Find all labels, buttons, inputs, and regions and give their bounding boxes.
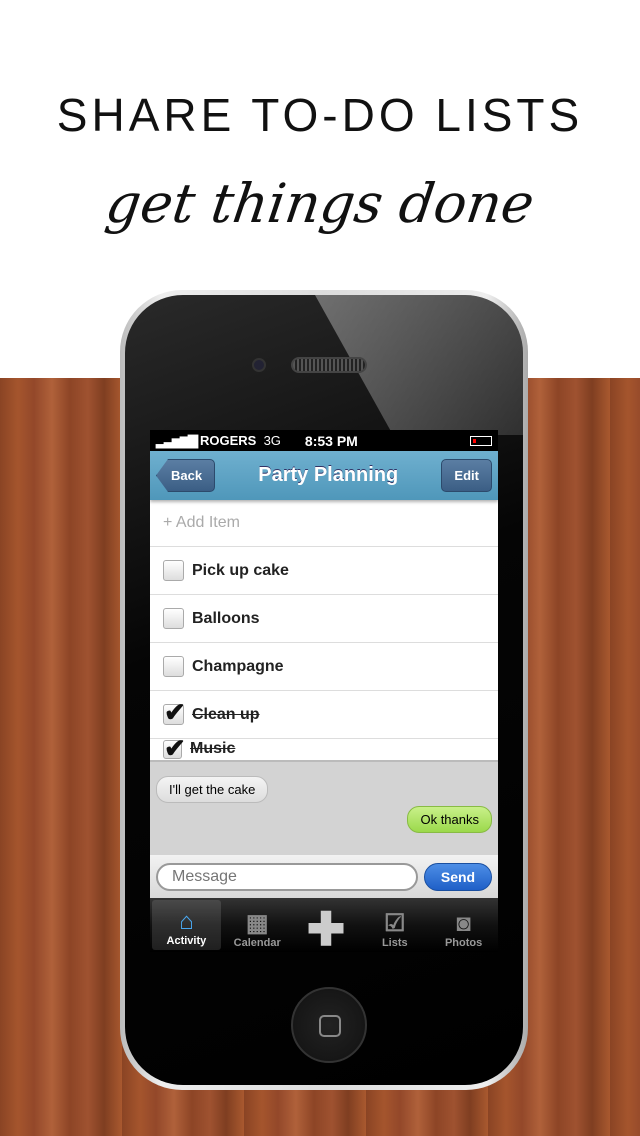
tab-label: Lists	[381, 937, 408, 949]
status-bar: ▂▃▅▆▇ ROGERS 3G 8:53 PM	[150, 430, 498, 451]
clock: 8:53 PM	[304, 432, 358, 449]
item-label: Balloons	[192, 609, 260, 627]
tab-add[interactable]: ✚	[292, 898, 361, 952]
list-item[interactable]: Pick up cake	[150, 547, 498, 595]
speaker-grille	[291, 357, 367, 373]
checkbox-icon: ☑	[384, 910, 406, 937]
camera-icon: ◙	[456, 910, 471, 937]
chat-area: I'll get the cake Ok thanks	[150, 760, 498, 855]
camera-icon	[252, 358, 266, 372]
item-label: Champagne	[192, 657, 284, 675]
home-button[interactable]	[291, 987, 367, 1063]
list-item[interactable]: Music	[150, 733, 498, 760]
list-item[interactable]: Balloons	[150, 595, 498, 643]
promo-tagline: get things done	[101, 172, 539, 235]
message-input[interactable]	[156, 862, 418, 891]
tab-bar: ⌂ Activity ▦ Calendar ✚ ☑ Lists ◙ Photos	[150, 898, 498, 952]
message-bubble-received: I'll get the cake	[156, 776, 269, 803]
checkbox-checked[interactable]	[163, 697, 186, 728]
battery-icon	[470, 435, 492, 446]
send-button[interactable]: Send	[424, 862, 492, 891]
home-icon	[319, 1015, 341, 1037]
calendar-icon: ▦	[245, 910, 269, 937]
tab-lists[interactable]: ☑ Lists	[360, 898, 429, 952]
carrier: ROGERS	[200, 433, 257, 448]
network: 3G	[263, 433, 281, 448]
home-icon: ⌂	[179, 908, 194, 935]
tab-label: Calendar	[233, 937, 281, 949]
item-label: Music	[190, 740, 236, 757]
item-label: Pick up cake	[192, 561, 289, 579]
add-item-row[interactable]: + Add Item	[150, 500, 498, 547]
item-label: Clean up	[192, 705, 260, 723]
todo-list: + Add Item Pick up cake Balloons Champag…	[150, 500, 498, 760]
edit-button[interactable]: Edit	[441, 459, 492, 492]
message-bubble-sent: Ok thanks	[407, 806, 492, 833]
checkbox[interactable]	[163, 608, 184, 629]
tab-label: Activity	[166, 935, 207, 947]
checkbox[interactable]	[163, 560, 184, 581]
checkbox[interactable]	[163, 656, 184, 677]
app-screen: ▂▃▅▆▇ ROGERS 3G 8:53 PM Back Party Plann…	[150, 430, 498, 952]
promo-headline: SHARE TO-DO LISTS	[56, 89, 584, 141]
plus-icon: ✚	[306, 903, 346, 952]
page-title: Party Planning	[258, 464, 399, 486]
list-item[interactable]: Champagne	[150, 643, 498, 691]
nav-bar: Back Party Planning Edit	[150, 451, 498, 500]
tab-calendar[interactable]: ▦ Calendar	[223, 898, 292, 952]
tab-activity[interactable]: ⌂ Activity	[152, 900, 221, 950]
tab-label: Photos	[444, 937, 483, 949]
signal-icon: ▂▃▅▆▇	[156, 432, 198, 448]
list-item[interactable]: Clean up	[150, 691, 498, 739]
message-bar: Send	[150, 855, 498, 898]
tab-photos[interactable]: ◙ Photos	[429, 898, 498, 952]
back-button[interactable]: Back	[156, 459, 216, 492]
checkbox-checked[interactable]	[163, 733, 186, 760]
